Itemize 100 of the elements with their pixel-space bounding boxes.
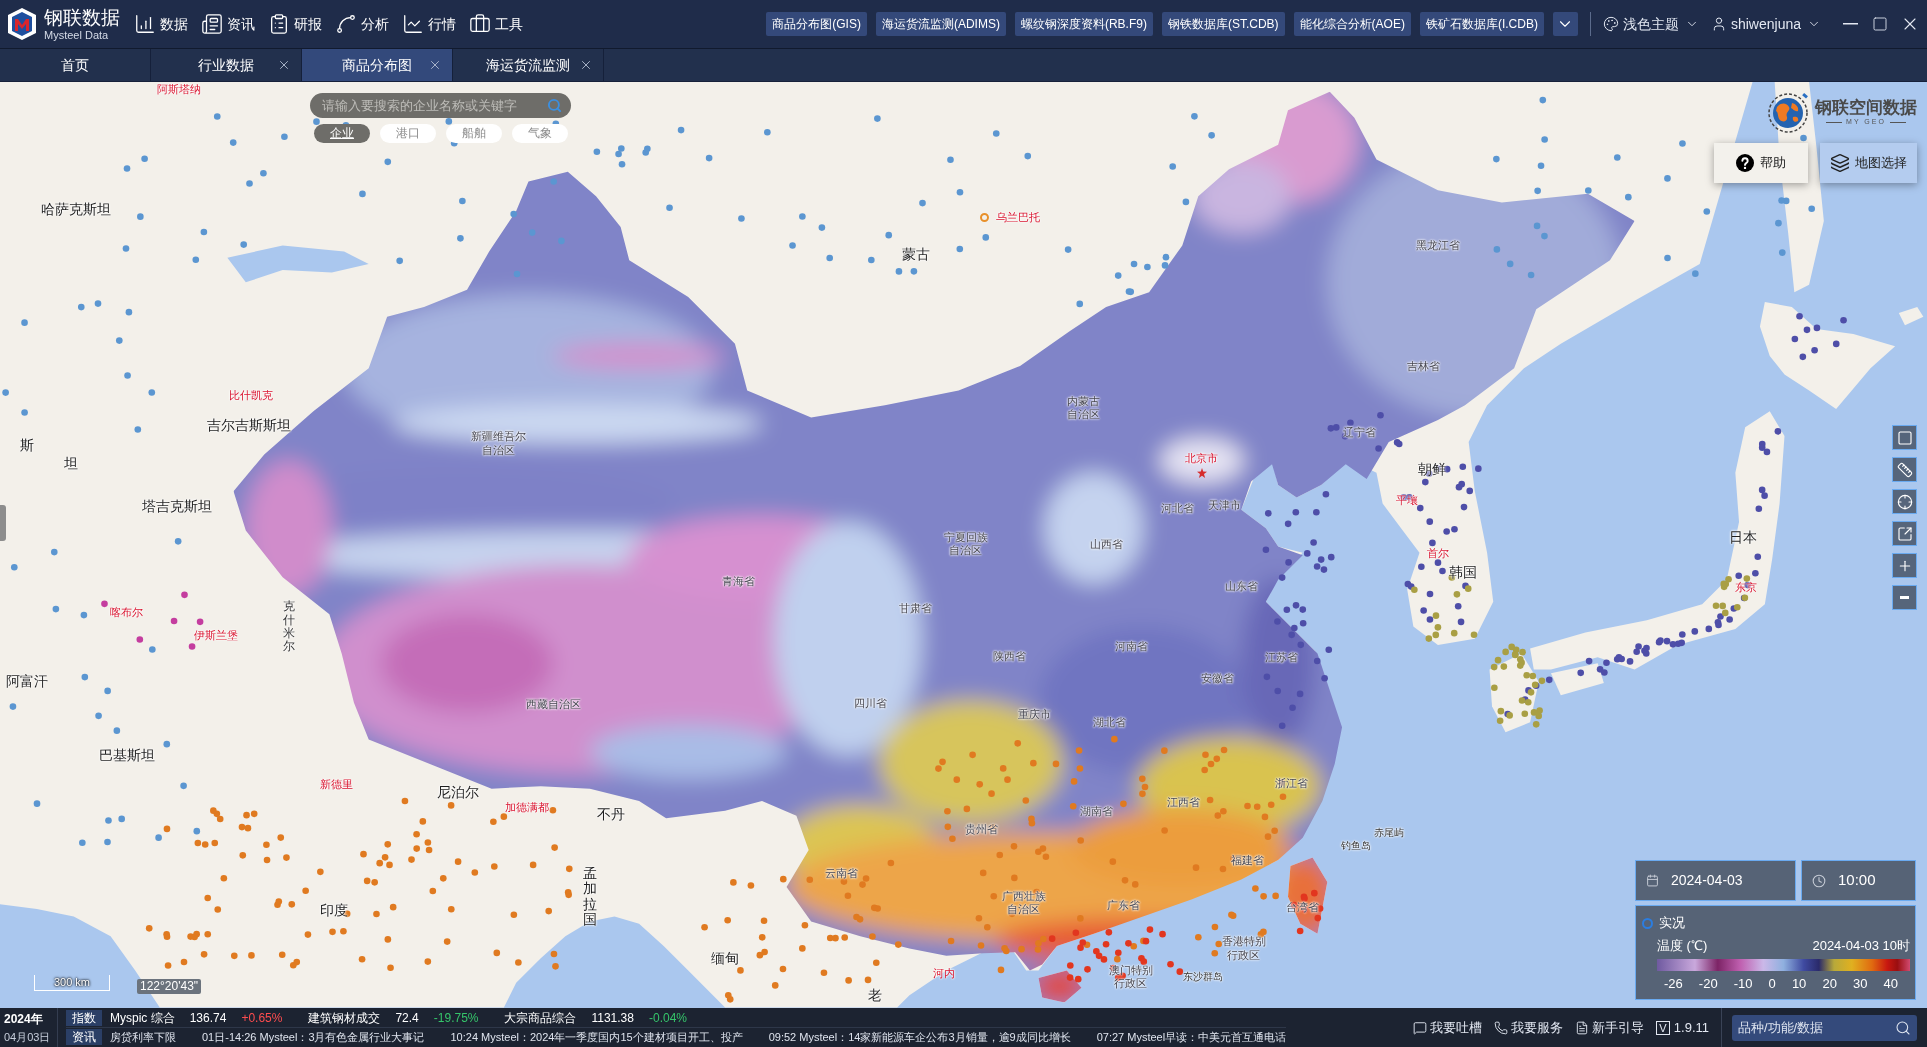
mode-radio[interactable]: 实况: [1642, 914, 1685, 932]
quick-link-button[interactable]: 能化综合分析(AOE): [1293, 12, 1411, 36]
nav-item[interactable]: 资讯: [201, 9, 255, 39]
zoom-in-button[interactable]: [1892, 553, 1917, 578]
province-label: 内蒙古自治区: [1067, 394, 1101, 421]
filter-chip[interactable]: 气象: [512, 124, 568, 143]
minus-icon: [1900, 596, 1909, 599]
index-name[interactable]: 大宗商品综合: [504, 1009, 577, 1027]
province-label: 福建省: [1230, 854, 1264, 866]
city-label: 东京: [1735, 581, 1758, 593]
layers-icon: [1830, 153, 1850, 173]
close-icon[interactable]: [428, 58, 442, 72]
map-tool-button[interactable]: [1892, 457, 1917, 482]
footer-action-button[interactable]: 我要吐槽: [1412, 1017, 1482, 1038]
province-label: 山西省: [1089, 538, 1123, 550]
city-label: 比什凯克: [228, 389, 273, 401]
city-label: 北京市: [1185, 452, 1219, 464]
quick-link-button[interactable]: 铁矿石数据库(I.CDB): [1419, 12, 1544, 36]
nav-item[interactable]: 工具: [469, 9, 523, 39]
quick-link-button[interactable]: 海运货流监测(ADIMS): [875, 12, 1006, 36]
close-icon[interactable]: [579, 58, 593, 72]
footer-action-button[interactable]: 新手引导: [1574, 1017, 1644, 1038]
province-label: 甘肃省: [899, 602, 933, 614]
index-value: 136.74: [189, 1010, 227, 1027]
side-panel-handle[interactable]: [0, 505, 6, 541]
filter-chip[interactable]: 港口: [380, 124, 436, 143]
index-change: -19.75%: [433, 1010, 479, 1027]
index-value: 72.4: [395, 1010, 419, 1027]
province-label: 重庆市: [1018, 708, 1052, 720]
nav-item[interactable]: 数据: [134, 9, 188, 39]
news-headline[interactable]: 01日-14:26 Mysteel：3月有色金属行业大事记: [202, 1028, 425, 1046]
country-label: 尼泊尔: [437, 785, 480, 800]
logo-subtitle: Mysteel Data: [44, 29, 110, 41]
nav-item[interactable]: 分析: [335, 9, 389, 39]
country-label: 坦: [64, 456, 79, 470]
province-label: 天津市: [1207, 499, 1241, 511]
crosshair-icon: [1896, 493, 1913, 510]
news-headline[interactable]: 10:24 Mysteel：2024年一季度国内15个建材项目开工、投产: [450, 1028, 743, 1046]
province-label: 河南省: [1115, 640, 1149, 652]
nav-item[interactable]: 行情: [402, 9, 456, 39]
country-label: 朝鲜: [1417, 462, 1446, 477]
legend-tick-label: 10: [1791, 977, 1807, 990]
user-dropdown[interactable]: shiwenjuna: [1710, 13, 1821, 35]
palette-icon: [1602, 16, 1619, 32]
index-name[interactable]: Myspic 综合: [110, 1009, 175, 1027]
filter-chip[interactable]: 船舶: [446, 124, 502, 143]
speech-bubble-icon: [1412, 1020, 1427, 1035]
nav-item[interactable]: 研报: [268, 9, 322, 39]
map-tool-button[interactable]: [1892, 489, 1917, 514]
country-label: 巴基斯坦: [98, 748, 155, 763]
province-label: 河北省: [1160, 502, 1194, 514]
date-field[interactable]: 2024-04-03: [1635, 860, 1796, 901]
brand-name: 钢联空间数据: [1815, 98, 1917, 118]
quick-link-button[interactable]: 钢铁数据库(ST.CDB): [1161, 12, 1285, 36]
clock-icon: [1812, 873, 1826, 888]
news-headline[interactable]: 07:27 Mysteel早读：中美元首互通电话: [1096, 1028, 1287, 1046]
version-number: 1.9.11: [1673, 1018, 1709, 1037]
map-tool-button[interactable]: [1892, 521, 1917, 546]
help-icon: [1736, 154, 1754, 172]
map-tool-button[interactable]: [1892, 425, 1917, 450]
version-badge: V: [1655, 1020, 1670, 1035]
province-label: 湖南省: [1079, 805, 1113, 817]
index-name[interactable]: 建筑钢材成交: [308, 1009, 381, 1027]
search-field[interactable]: 请输入要搜索的企业名称或关键字: [310, 93, 571, 118]
ruler-icon: [1896, 461, 1913, 478]
city-label: 阿斯塔纳: [157, 83, 202, 95]
time-field[interactable]: 10:00: [1801, 860, 1916, 901]
zoom-out-button[interactable]: [1892, 585, 1917, 610]
footer-action-button[interactable]: 我要服务: [1493, 1017, 1563, 1038]
province-label: 浙江省: [1275, 777, 1309, 788]
region-label: 克什米尔: [282, 600, 295, 653]
globe-logo-icon: [1767, 90, 1811, 134]
index-change: -0.04%: [649, 1010, 687, 1027]
news-headline[interactable]: 09:52 Mysteel：14家新能源车企公布3月销量，逾9成同比增长: [768, 1028, 1071, 1046]
briefcase-icon: [469, 13, 491, 35]
country-label: 印度: [320, 903, 349, 918]
map-select-button[interactable]: 地图选择: [1820, 143, 1917, 183]
search-field[interactable]: 品种/功能/数据: [1732, 1014, 1917, 1041]
filter-chip[interactable]: 企业: [314, 124, 370, 143]
more-links-button[interactable]: [1552, 12, 1578, 36]
ticker-tag: 指数: [66, 1010, 102, 1026]
legend-tick-label: 30: [1852, 977, 1868, 990]
theme-dropdown[interactable]: 浅色主题: [1602, 13, 1699, 35]
news-headline[interactable]: 房贷利率下限: [110, 1028, 176, 1046]
quick-link-button[interactable]: 商品分布图(GIS): [766, 12, 867, 36]
close-icon[interactable]: [277, 58, 291, 72]
country-label: 阿富汗: [6, 673, 49, 688]
phone-icon: [1493, 1020, 1508, 1035]
city-label: 加德满都: [505, 801, 550, 813]
tab[interactable]: 商品分布图: [302, 49, 453, 81]
calendar-icon: [1646, 874, 1659, 887]
quick-link-button[interactable]: 螺纹钢深度资料(RB.F9): [1014, 12, 1153, 36]
search-icon[interactable]: [1895, 1019, 1911, 1036]
help-button[interactable]: 帮助: [1714, 143, 1808, 183]
scale-bar: 300 km: [34, 975, 110, 991]
legend-tick-label: -10: [1733, 977, 1753, 990]
city-label: 首尔: [1426, 547, 1449, 559]
country-label: 哈萨克斯坦: [41, 201, 112, 216]
province-label: 四川省: [853, 697, 887, 709]
legend-tick-label: 20: [1822, 977, 1837, 990]
